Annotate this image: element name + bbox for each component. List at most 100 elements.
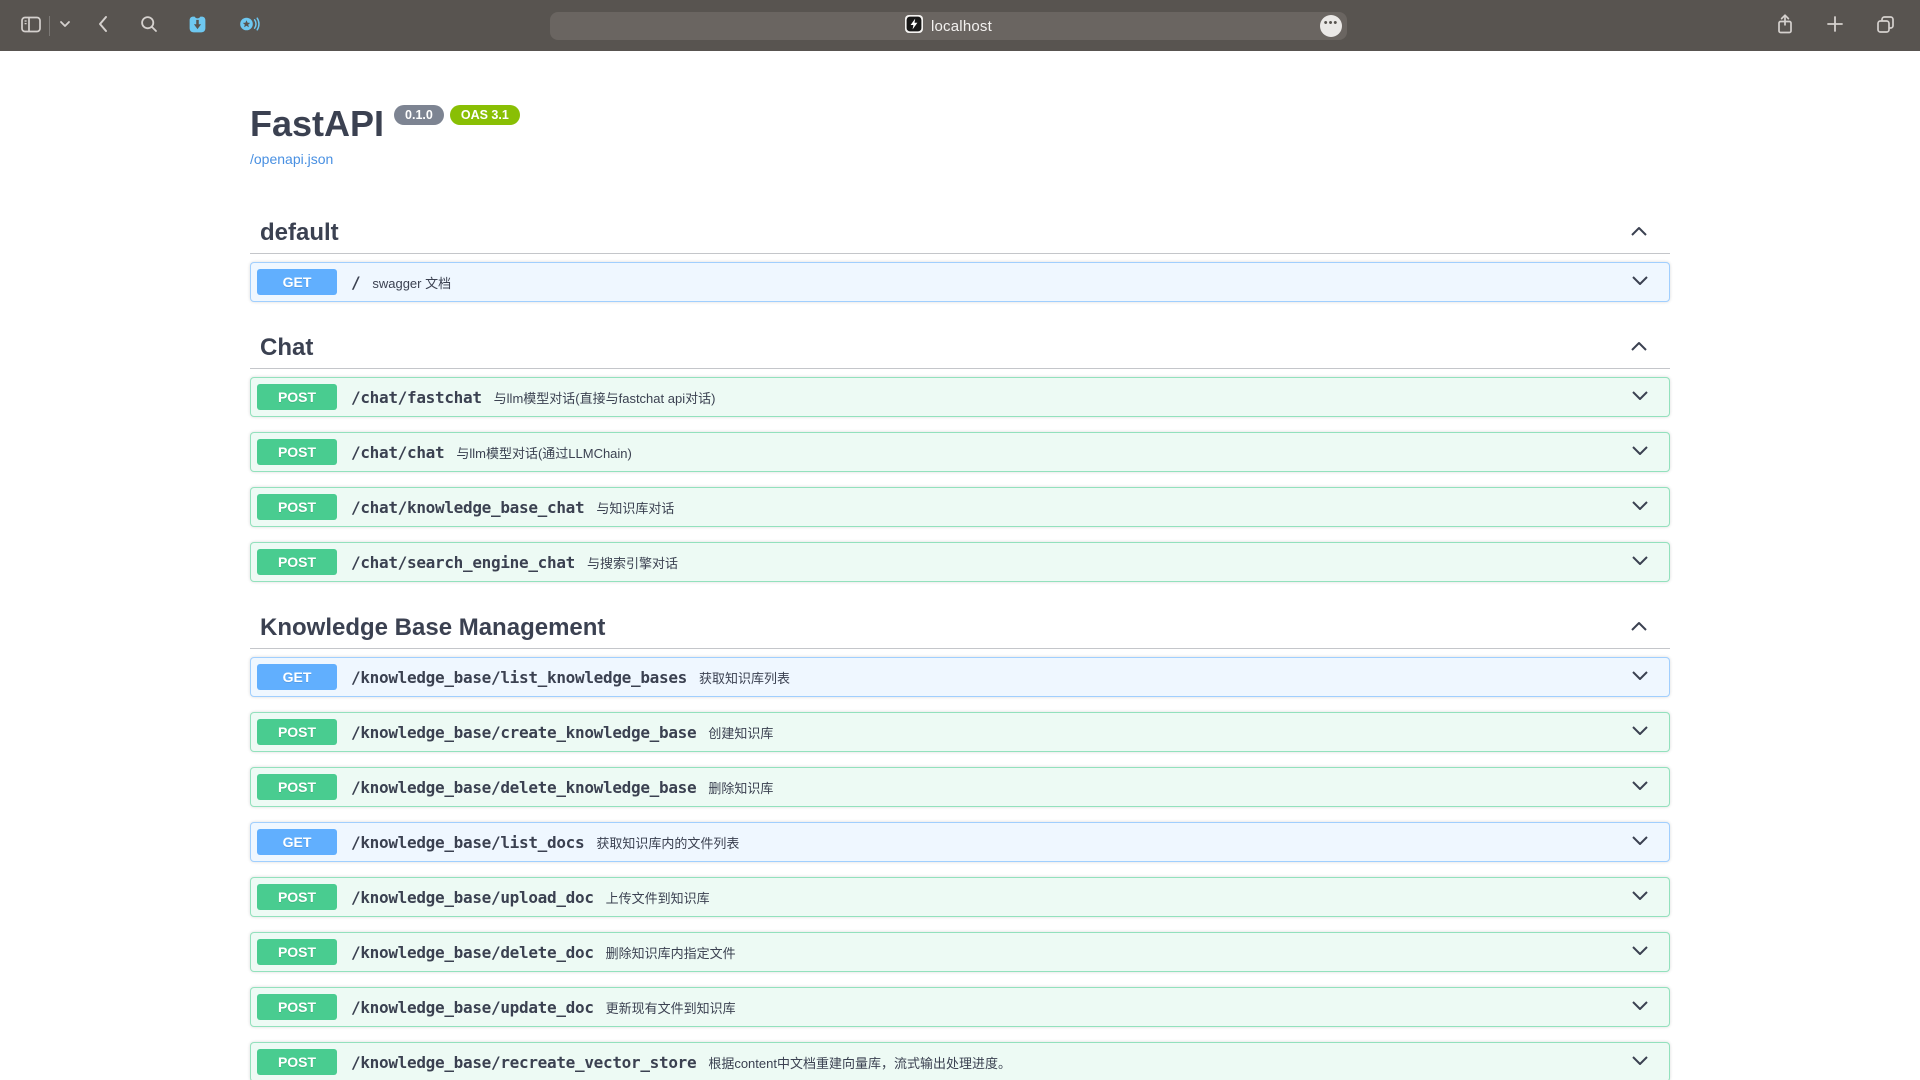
method-badge: POST: [257, 939, 337, 965]
method-badge: POST: [257, 774, 337, 800]
operation-row[interactable]: GET /knowledge_base/list_docs 获取知识库内的文件列…: [250, 822, 1670, 862]
chevron-down-icon: [1629, 721, 1651, 744]
expand-operation-button[interactable]: [1629, 441, 1651, 464]
chevron-down-icon: [1629, 1051, 1651, 1074]
op-summary: 更新现有文件到知识库: [606, 998, 736, 1017]
expand-operation-button[interactable]: [1629, 1051, 1651, 1074]
op-path: /chat/chat: [351, 443, 444, 462]
tab-overview-icon: [1875, 14, 1896, 38]
op-path: /knowledge_base/create_knowledge_base: [351, 723, 696, 742]
expand-operation-button[interactable]: [1629, 886, 1651, 909]
operation-row[interactable]: GET / swagger 文档: [250, 262, 1670, 302]
op-path: /chat/fastchat: [351, 388, 482, 407]
op-summary: 上传文件到知识库: [606, 888, 710, 907]
operations: POST /chat/fastchat 与llm模型对话(直接与fastchat…: [250, 377, 1670, 582]
op-path: /knowledge_base/delete_doc: [351, 943, 594, 962]
section-title: default: [260, 219, 339, 247]
collapse-section-button[interactable]: [1618, 223, 1660, 244]
sections: default GET / swagger 文档 Chat: [250, 211, 1670, 1080]
op-summary: 与llm模型对话(通过LLMChain): [456, 443, 632, 462]
chevron-up-icon: [1628, 344, 1650, 359]
operation-row[interactable]: GET /knowledge_base/list_knowledge_bases…: [250, 657, 1670, 697]
op-summary: 创建知识库: [708, 723, 773, 742]
expand-operation-button[interactable]: [1629, 386, 1651, 409]
tag-section-header[interactable]: Knowledge Base Management: [250, 606, 1670, 649]
op-path: /knowledge_base/list_docs: [351, 833, 584, 852]
search-button[interactable]: [139, 14, 159, 37]
op-path: /knowledge_base/recreate_vector_store: [351, 1053, 696, 1072]
chevron-down-icon: [1629, 886, 1651, 909]
operation-row[interactable]: POST /chat/search_engine_chat 与搜索引擎对话: [250, 542, 1670, 582]
op-summary: swagger 文档: [372, 273, 451, 292]
method-badge: GET: [257, 829, 337, 855]
operation-row[interactable]: POST /chat/fastchat 与llm模型对话(直接与fastchat…: [250, 377, 1670, 417]
tag-section: default GET / swagger 文档: [250, 211, 1670, 302]
operation-row[interactable]: POST /chat/knowledge_base_chat 与知识库对话: [250, 487, 1670, 527]
chevron-down-icon: [1629, 551, 1651, 574]
chevron-down-icon: [1629, 666, 1651, 689]
operation-row[interactable]: POST /knowledge_base/delete_doc 删除知识库内指定…: [250, 932, 1670, 972]
expand-operation-button[interactable]: [1629, 496, 1651, 519]
method-badge: POST: [257, 494, 337, 520]
operation-row[interactable]: POST /knowledge_base/update_doc 更新现有文件到知…: [250, 987, 1670, 1027]
op-summary: 删除知识库: [708, 778, 773, 797]
tag-section-header[interactable]: Chat: [250, 326, 1670, 369]
collapse-section-button[interactable]: [1618, 618, 1660, 639]
operation-row[interactable]: POST /knowledge_base/create_knowledge_ba…: [250, 712, 1670, 752]
op-path: /knowledge_base/upload_doc: [351, 888, 594, 907]
operation-row[interactable]: POST /knowledge_base/recreate_vector_sto…: [250, 1042, 1670, 1080]
sidebar-menu-button[interactable]: [59, 18, 71, 33]
extension-circle-star-button[interactable]: [238, 14, 262, 37]
expand-operation-button[interactable]: [1629, 551, 1651, 574]
op-summary: 与搜索引擎对话: [587, 553, 678, 572]
expand-operation-button[interactable]: [1629, 271, 1651, 294]
back-icon: [95, 14, 111, 37]
expand-operation-button[interactable]: [1629, 721, 1651, 744]
op-summary: 获取知识库列表: [699, 668, 790, 687]
chevron-down-icon: [1629, 496, 1651, 519]
tag-section-header[interactable]: default: [250, 211, 1670, 254]
sidebar-toggle-button[interactable]: [20, 14, 42, 38]
sidebar-icon: [20, 14, 42, 38]
search-icon: [139, 14, 159, 37]
operation-row[interactable]: POST /chat/chat 与llm模型对话(通过LLMChain): [250, 432, 1670, 472]
collapse-section-button[interactable]: [1618, 338, 1660, 359]
share-button[interactable]: [1775, 13, 1795, 39]
page-content: FastAPI 0.1.0 OAS 3.1 /openapi.json defaul…: [0, 51, 1920, 1080]
chevron-down-icon: [1629, 776, 1651, 799]
extension-shield-button[interactable]: [187, 14, 208, 38]
expand-operation-button[interactable]: [1629, 831, 1651, 854]
address-bar[interactable]: localhost •••: [550, 12, 1347, 40]
version-badge: 0.1.0: [394, 105, 444, 125]
expand-operation-button[interactable]: [1629, 996, 1651, 1019]
expand-operation-button[interactable]: [1629, 776, 1651, 799]
share-icon: [1775, 13, 1795, 39]
method-badge: POST: [257, 1049, 337, 1075]
chevron-down-icon: [1629, 941, 1651, 964]
operation-row[interactable]: POST /knowledge_base/delete_knowledge_ba…: [250, 767, 1670, 807]
page-title: FastAPI: [250, 103, 384, 144]
tab-overview-button[interactable]: [1875, 14, 1896, 38]
operation-row[interactable]: POST /knowledge_base/upload_doc 上传文件到知识库: [250, 877, 1670, 917]
method-badge: GET: [257, 664, 337, 690]
page-menu-button[interactable]: •••: [1320, 15, 1342, 37]
oas-badge: OAS 3.1: [450, 105, 520, 125]
extension-shield-arrow-icon: [187, 14, 208, 38]
back-button[interactable]: [95, 14, 111, 37]
op-path: /knowledge_base/list_knowledge_bases: [351, 668, 687, 687]
op-summary: 根据content中文档重建向量库，流式输出处理进度。: [708, 1053, 1011, 1072]
chevron-up-icon: [1628, 624, 1650, 639]
expand-operation-button[interactable]: [1629, 941, 1651, 964]
expand-operation-button[interactable]: [1629, 666, 1651, 689]
extension-circle-star-icon: [238, 14, 262, 37]
ellipsis-icon: •••: [1324, 18, 1339, 34]
openapi-spec-link[interactable]: /openapi.json: [250, 151, 333, 167]
method-badge: POST: [257, 439, 337, 465]
browser-toolbar: localhost •••: [0, 0, 1920, 51]
toolbar-divider: [49, 16, 50, 36]
chevron-down-icon: [1629, 996, 1651, 1019]
chevron-down-icon: [1629, 386, 1651, 409]
op-path: /chat/search_engine_chat: [351, 553, 575, 572]
section-title: Chat: [260, 334, 313, 362]
new-tab-button[interactable]: [1825, 14, 1845, 37]
